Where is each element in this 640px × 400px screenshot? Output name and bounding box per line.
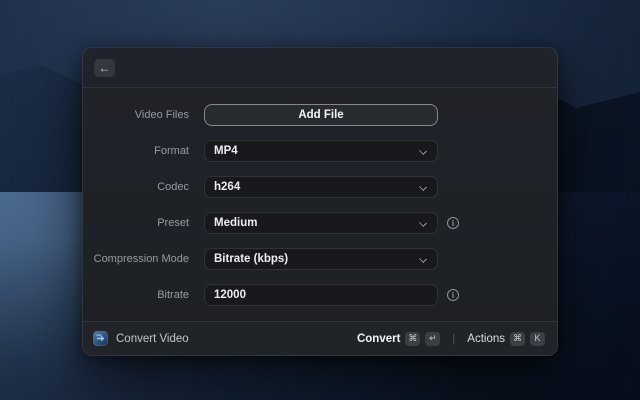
convert-video-extension-icon: [93, 331, 108, 346]
actions-menu-label: Actions: [467, 333, 505, 345]
form-row-preset: Preset Medium i: [83, 212, 557, 234]
bitrate-info-icon[interactable]: i: [447, 289, 459, 301]
actions-menu-button[interactable]: Actions ⌘ K: [465, 330, 547, 348]
format-dropdown[interactable]: MP4: [204, 140, 438, 162]
form-row-video-files: Video Files Add File: [83, 104, 557, 126]
chevron-down-icon: [419, 147, 427, 155]
window-header: ←: [83, 48, 557, 88]
compression-mode-label: Compression Mode: [83, 253, 189, 265]
bitrate-label: Bitrate: [83, 289, 189, 301]
back-arrow-icon: ←: [99, 62, 111, 74]
convert-video-window: ← Video Files Add File Format MP4 Codec …: [82, 47, 558, 356]
form-row-codec: Codec h264: [83, 176, 557, 198]
add-file-button[interactable]: Add File: [204, 104, 438, 126]
codec-label: Codec: [83, 181, 189, 193]
cmd-key-badge: ⌘: [405, 332, 420, 346]
footer-actions: Convert ⌘ ↵ | Actions ⌘ K: [355, 330, 547, 348]
form-row-compression-mode: Compression Mode Bitrate (kbps): [83, 248, 557, 270]
chevron-down-icon: [419, 219, 427, 227]
preset-info-icon[interactable]: i: [447, 217, 459, 229]
preset-value: Medium: [214, 217, 257, 229]
bitrate-input[interactable]: [204, 284, 438, 306]
convert-action-label: Convert: [357, 333, 400, 345]
form-row-format: Format MP4: [83, 140, 557, 162]
format-label: Format: [83, 145, 189, 157]
form-row-bitrate: Bitrate i: [83, 284, 557, 306]
compression-mode-value: Bitrate (kbps): [214, 253, 288, 265]
cmd-key-badge: ⌘: [510, 332, 525, 346]
back-button[interactable]: ←: [94, 59, 115, 77]
footer-actions-divider: |: [452, 333, 455, 345]
return-key-badge: ↵: [425, 332, 440, 346]
chevron-down-icon: [419, 183, 427, 191]
chevron-down-icon: [419, 255, 427, 263]
preset-dropdown[interactable]: Medium: [204, 212, 438, 234]
footer-app-name: Convert Video: [116, 333, 189, 345]
codec-value: h264: [214, 181, 240, 193]
window-footer: Convert Video Convert ⌘ ↵ | Actions ⌘ K: [83, 321, 557, 355]
preset-label: Preset: [83, 217, 189, 229]
convert-form: Video Files Add File Format MP4 Codec h2…: [83, 88, 557, 321]
footer-extension-info: Convert Video: [93, 331, 189, 346]
video-files-label: Video Files: [83, 109, 189, 121]
convert-action-button[interactable]: Convert ⌘ ↵: [355, 330, 442, 348]
compression-mode-dropdown[interactable]: Bitrate (kbps): [204, 248, 438, 270]
k-key-badge: K: [530, 332, 545, 346]
codec-dropdown[interactable]: h264: [204, 176, 438, 198]
format-value: MP4: [214, 145, 238, 157]
